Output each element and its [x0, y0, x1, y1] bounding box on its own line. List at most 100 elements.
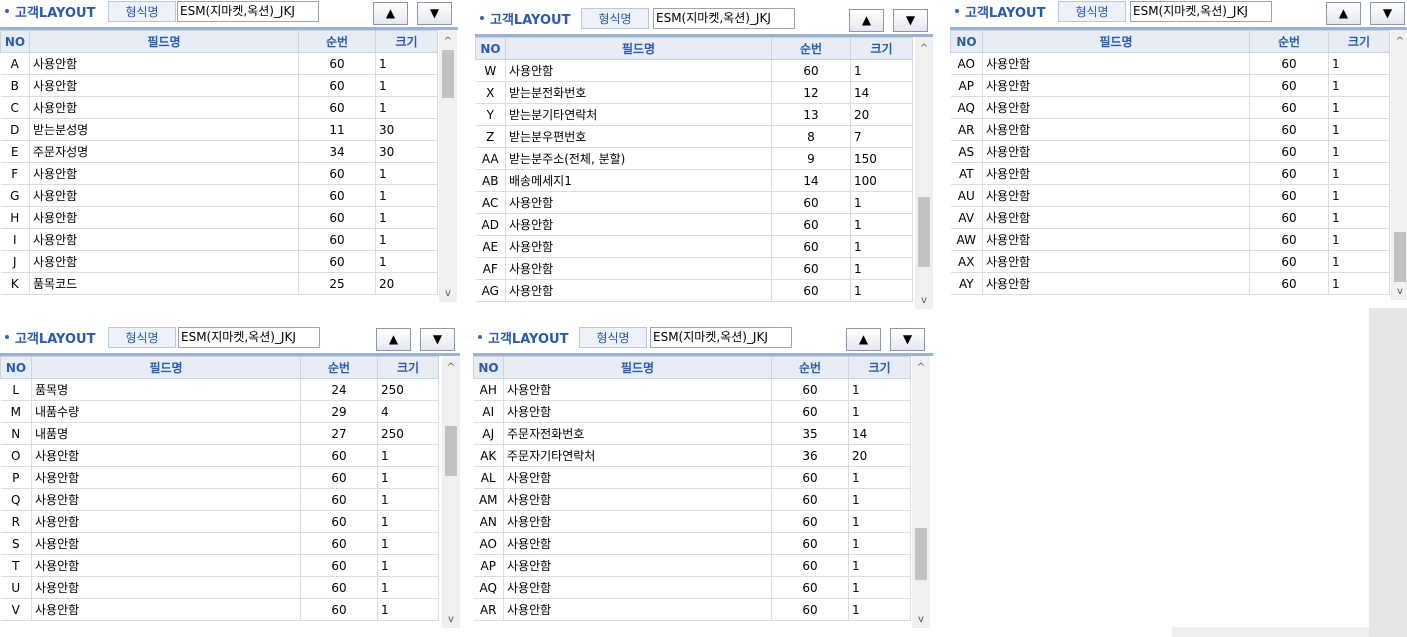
cell-no[interactable]: AP [950, 74, 983, 97]
cell-seq[interactable]: 60 [771, 378, 849, 401]
col-seq[interactable]: 순번 [298, 30, 376, 53]
cell-no[interactable]: F [0, 162, 30, 185]
move-down-button[interactable]: ▼ [893, 9, 928, 32]
cell-no[interactable]: AH [473, 378, 504, 401]
cell-no[interactable]: AC [475, 191, 506, 214]
cell-size[interactable]: 1 [377, 554, 439, 577]
cell-field-name[interactable]: 사용안함 [982, 118, 1250, 141]
cell-no[interactable]: AQ [473, 576, 504, 599]
cell-no[interactable]: A [0, 52, 30, 75]
cell-no[interactable]: AW [950, 228, 983, 251]
cell-size[interactable]: 1 [375, 96, 438, 119]
cell-seq[interactable]: 60 [300, 554, 378, 577]
cell-field-name[interactable]: 사용안함 [505, 191, 772, 214]
cell-no[interactable]: AV [950, 206, 983, 229]
cell-seq[interactable]: 60 [300, 598, 378, 621]
table-row[interactable]: AP 사용안함 60 1 [473, 554, 911, 577]
cell-seq[interactable]: 60 [300, 532, 378, 555]
cell-size[interactable]: 20 [848, 444, 911, 467]
cell-size[interactable]: 1 [375, 206, 438, 229]
cell-field-name[interactable]: 받는분주소(전체, 분할) [505, 147, 772, 170]
cell-no[interactable]: AJ [473, 422, 504, 445]
scroll-down-icon[interactable]: v [439, 286, 457, 302]
cell-seq[interactable]: 60 [771, 400, 849, 423]
table-row[interactable]: AU 사용안함 60 1 [950, 184, 1390, 207]
scroll-down-icon[interactable]: v [915, 293, 933, 309]
vertical-scrollbar[interactable]: ^ v [915, 37, 933, 309]
cell-seq[interactable]: 60 [1249, 162, 1329, 185]
cell-no[interactable]: N [0, 422, 32, 445]
cell-seq[interactable]: 11 [298, 118, 376, 141]
vertical-scrollbar[interactable]: ^ v [442, 356, 460, 628]
cell-seq[interactable]: 27 [300, 422, 378, 445]
cell-field-name[interactable]: 받는분성명 [29, 118, 299, 141]
cell-seq[interactable]: 60 [1249, 96, 1329, 119]
cell-field-name[interactable]: 받는분전화번호 [505, 81, 772, 104]
move-up-button[interactable]: ▲ [376, 328, 411, 351]
cell-size[interactable]: 1 [377, 488, 439, 511]
table-row[interactable]: X 받는분전화번호 12 14 [475, 81, 913, 104]
cell-seq[interactable]: 60 [300, 576, 378, 599]
scroll-thumb[interactable] [915, 528, 927, 580]
table-row[interactable]: AE 사용안함 60 1 [475, 235, 913, 258]
col-seq[interactable]: 순번 [771, 356, 849, 379]
table-row[interactable]: O 사용안함 60 1 [0, 444, 439, 467]
cell-no[interactable]: D [0, 118, 30, 141]
table-row[interactable]: I 사용안함 60 1 [0, 228, 438, 251]
table-row[interactable]: AX 사용안함 60 1 [950, 250, 1390, 273]
cell-no[interactable]: O [0, 444, 32, 467]
cell-size[interactable]: 20 [375, 272, 438, 295]
cell-field-name[interactable]: 사용안함 [31, 444, 301, 467]
cell-field-name[interactable]: 배송메세지1 [505, 169, 772, 192]
cell-no[interactable]: X [475, 81, 506, 104]
col-seq[interactable]: 순번 [300, 356, 378, 379]
col-field-name[interactable]: 필드명 [31, 356, 301, 379]
cell-field-name[interactable]: 주문자성명 [29, 140, 299, 163]
cell-seq[interactable]: 60 [1249, 206, 1329, 229]
cell-no[interactable]: AL [473, 466, 504, 489]
cell-size[interactable]: 30 [375, 140, 438, 163]
cell-size[interactable]: 1 [1328, 228, 1390, 251]
cell-no[interactable]: AE [475, 235, 506, 258]
col-size[interactable]: 크기 [1328, 30, 1390, 53]
move-down-button[interactable]: ▼ [890, 328, 925, 351]
cell-no[interactable]: AU [950, 184, 983, 207]
col-no[interactable]: NO [0, 30, 30, 53]
table-row[interactable]: S 사용안함 60 1 [0, 532, 439, 555]
format-field[interactable]: ESM(지마켓,옥션)_JKJ [653, 8, 795, 29]
cell-size[interactable]: 1 [850, 235, 913, 258]
cell-no[interactable]: V [0, 598, 32, 621]
cell-no[interactable]: AD [475, 213, 506, 236]
table-row[interactable]: AM 사용안함 60 1 [473, 488, 911, 511]
table-row[interactable]: E 주문자성명 34 30 [0, 140, 438, 163]
cell-size[interactable]: 1 [848, 400, 911, 423]
col-no[interactable]: NO [0, 356, 32, 379]
format-field[interactable]: ESM(지마켓,옥션)_JKJ [177, 1, 319, 22]
cell-field-name[interactable]: 사용안함 [982, 52, 1250, 75]
table-row[interactable]: AC 사용안함 60 1 [475, 191, 913, 214]
cell-seq[interactable]: 60 [300, 466, 378, 489]
cell-field-name[interactable]: 사용안함 [31, 554, 301, 577]
cell-size[interactable]: 1 [1328, 118, 1390, 141]
cell-seq[interactable]: 35 [771, 422, 849, 445]
table-row[interactable]: R 사용안함 60 1 [0, 510, 439, 533]
cell-field-name[interactable]: 사용안함 [982, 162, 1250, 185]
cell-seq[interactable]: 25 [298, 272, 376, 295]
cell-field-name[interactable]: 내품명 [31, 422, 301, 445]
cell-field-name[interactable]: 사용안함 [29, 206, 299, 229]
cell-no[interactable]: AR [473, 598, 504, 621]
cell-size[interactable]: 1 [375, 74, 438, 97]
cell-no[interactable]: S [0, 532, 32, 555]
cell-no[interactable]: AK [473, 444, 504, 467]
col-size[interactable]: 크기 [850, 37, 913, 60]
cell-field-name[interactable]: 내품수량 [31, 400, 301, 423]
cell-field-name[interactable]: 사용안함 [31, 510, 301, 533]
cell-size[interactable]: 30 [375, 118, 438, 141]
cell-size[interactable]: 1 [848, 576, 911, 599]
table-row[interactable]: Q 사용안함 60 1 [0, 488, 439, 511]
cell-seq[interactable]: 9 [771, 147, 851, 170]
table-row[interactable]: AR 사용안함 60 1 [950, 118, 1390, 141]
cell-no[interactable]: AQ [950, 96, 983, 119]
table-row[interactable]: W 사용안함 60 1 [475, 59, 913, 82]
cell-no[interactable]: L [0, 378, 32, 401]
